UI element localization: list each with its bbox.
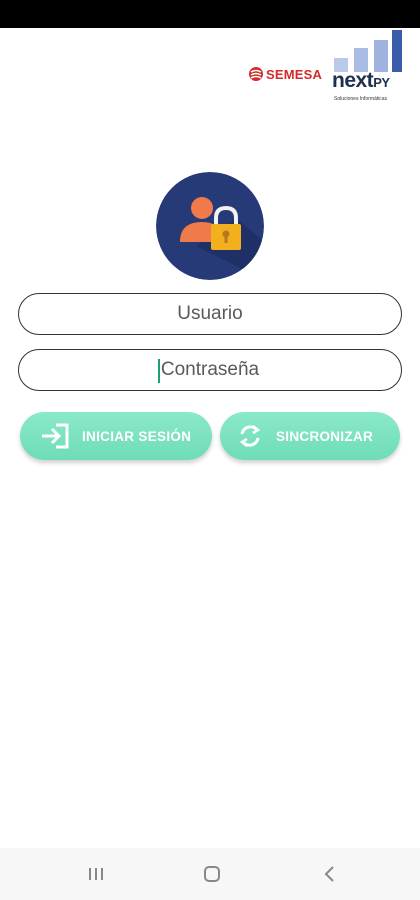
nextpy-main-text: next bbox=[332, 69, 374, 92]
system-nav-bar bbox=[0, 848, 420, 900]
nextpy-suffix-text: PY bbox=[373, 75, 390, 90]
nextpy-wordmark: nextPY bbox=[332, 70, 390, 94]
brand-logos: SEMESA nextPY Soluciones Informáticas bbox=[246, 30, 412, 110]
sync-button-label: SINCRONIZAR bbox=[276, 428, 374, 444]
sync-button[interactable]: SINCRONIZAR bbox=[220, 412, 400, 460]
semesa-wordmark: SEMESA bbox=[266, 66, 323, 82]
username-input[interactable] bbox=[18, 293, 402, 335]
text-cursor bbox=[158, 359, 160, 383]
semesa-logo: SEMESA bbox=[248, 66, 322, 82]
nextpy-tagline: Soluciones Informáticas bbox=[334, 96, 388, 102]
semesa-emblem-icon bbox=[249, 67, 263, 81]
user-lock-avatar bbox=[156, 172, 264, 280]
password-input[interactable] bbox=[18, 349, 402, 391]
status-bar bbox=[0, 0, 420, 28]
nextpy-bars-icon bbox=[334, 30, 402, 72]
login-button-label: INICIAR SESIÓN bbox=[82, 428, 192, 444]
recent-apps-icon[interactable] bbox=[76, 862, 116, 886]
home-icon[interactable] bbox=[192, 862, 232, 886]
back-icon[interactable] bbox=[310, 862, 350, 886]
login-arrow-icon bbox=[32, 423, 78, 449]
sync-icon bbox=[228, 422, 272, 450]
user-lock-icon bbox=[156, 172, 264, 280]
login-button[interactable]: INICIAR SESIÓN bbox=[20, 412, 212, 460]
